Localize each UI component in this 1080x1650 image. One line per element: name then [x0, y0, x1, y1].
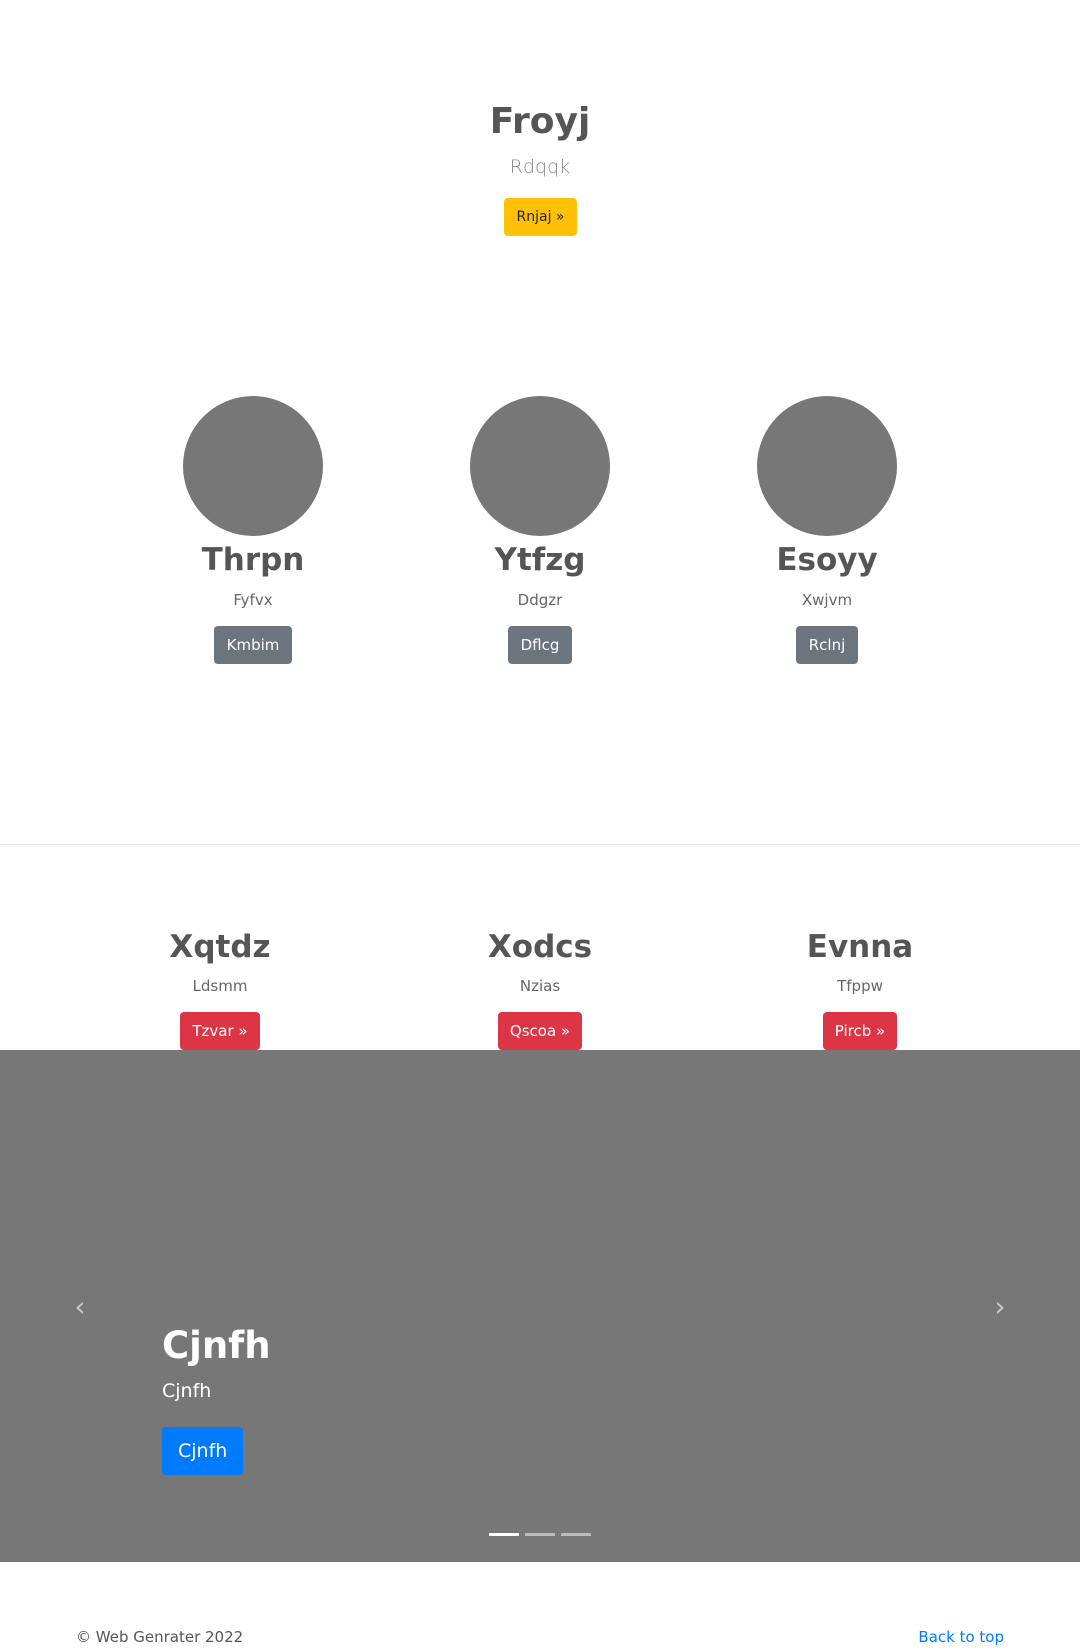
profile-card: Ytfzg Ddgzr Dflcg: [440, 396, 640, 664]
footer-copyright: © Web Genrater 2022: [76, 1628, 244, 1646]
carousel-indicators: [489, 1533, 591, 1536]
feature-title: Xqtdz: [169, 929, 271, 965]
carousel-caption-subtitle: Cjnfh: [162, 1380, 212, 1402]
feature-button[interactable]: Qscoa »: [497, 1012, 583, 1050]
carousel-button[interactable]: Cjnfh: [162, 1427, 244, 1475]
profile-button[interactable]: Rclnj: [795, 626, 859, 664]
profile-button[interactable]: Kmbim: [213, 626, 293, 664]
feature-subtitle: Tfppw: [837, 977, 883, 995]
feature-column: Xodcs Nzias Qscoa »: [420, 926, 660, 1050]
hero-subtitle: Rdqqk: [509, 156, 571, 178]
feature-subtitle: Ldsmm: [192, 977, 248, 995]
profile-card: Esoyy Xwjvm Rclnj: [727, 396, 927, 664]
feature-column: Xqtdz Ldsmm Tzvar »: [100, 926, 340, 1050]
carousel-indicator[interactable]: [489, 1533, 519, 1536]
feature-column: Evnna Tfppw Pircb »: [740, 926, 980, 1050]
hero-button[interactable]: Rnjaj »: [504, 198, 577, 236]
profile-subtitle: Fyfvx: [233, 591, 273, 609]
carousel-indicator[interactable]: [525, 1533, 555, 1536]
hero-section: Froyj Rdqqk Rnjaj »: [0, 0, 1080, 300]
profile-name: Ytfzg: [494, 542, 586, 578]
profile-card: Thrpn Fyfvx Kmbim: [153, 396, 353, 664]
carousel-indicator[interactable]: [561, 1533, 591, 1536]
back-to-top-link[interactable]: Back to top: [918, 1628, 1004, 1646]
chevron-right-icon[interactable]: ›: [980, 1290, 1020, 1323]
feature-title: Xodcs: [487, 929, 593, 965]
carousel: ‹ › Cjnfh Cjnfh Cjnfh: [0, 1050, 1080, 1562]
section-divider: [0, 844, 1080, 845]
avatar: [757, 396, 897, 536]
chevron-left-icon[interactable]: ‹: [60, 1290, 100, 1323]
profile-name: Thrpn: [201, 542, 305, 578]
hero-title: Froyj: [489, 101, 591, 142]
avatar: [470, 396, 610, 536]
feature-button[interactable]: Tzvar »: [180, 1012, 260, 1050]
avatar: [183, 396, 323, 536]
feature-subtitle: Nzias: [519, 977, 561, 995]
feature-button[interactable]: Pircb »: [822, 1012, 898, 1050]
profile-name: Esoyy: [776, 542, 878, 578]
profile-subtitle: Ddgzr: [517, 591, 563, 609]
carousel-caption-title: Cjnfh: [162, 1324, 271, 1367]
feature-title: Evnna: [806, 929, 914, 965]
profile-button[interactable]: Dflcg: [507, 626, 573, 664]
profile-subtitle: Xwjvm: [801, 591, 853, 609]
